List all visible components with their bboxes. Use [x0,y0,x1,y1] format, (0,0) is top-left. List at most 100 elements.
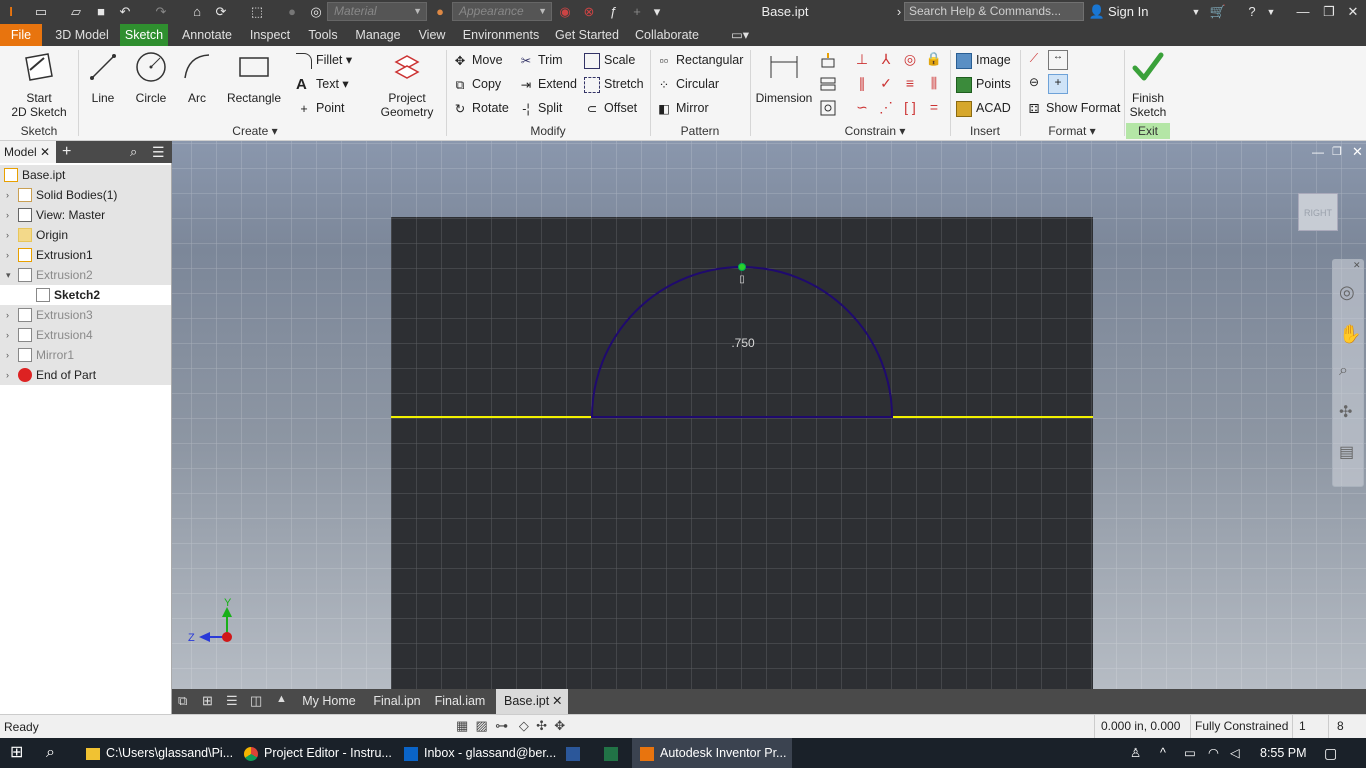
driven-dimension-icon[interactable]: + [1048,74,1068,94]
project-geometry-button[interactable]: Project Geometry [376,50,438,119]
equal-constraint-icon[interactable]: = [924,98,944,118]
constraint-settings-icon[interactable] [818,98,838,118]
constraint-inference-icon[interactable] [818,74,838,94]
tab-collaborate[interactable]: Collaborate [630,24,704,46]
circle-button[interactable]: Circle [130,50,172,105]
cart-icon[interactable]: 🛒 [1209,3,1227,21]
save-icon[interactable]: ■ [92,3,110,21]
expand-toggle-icon[interactable]: › [6,225,9,245]
copy-button[interactable]: ⧉ Copy [452,74,502,94]
help-dropdown-icon[interactable]: ▼ [1262,3,1280,21]
expand-toggle-icon[interactable]: › [6,205,9,225]
scale-button[interactable]: Scale [584,50,635,70]
graphics-viewport[interactable]: ▯ .750 Y Z — ❐ ✕ RIGHT ✕ ◎ ✋ ⌕ ✣ ▤ [172,141,1366,689]
chevron-down-icon[interactable]: ▼ [1187,3,1205,21]
offset-button[interactable]: ⊂ Offset [584,98,637,118]
redo-icon[interactable]: ↷ [152,3,170,21]
construction-icon[interactable]: ⟋ [1024,50,1044,70]
adjust-icon[interactable]: ◉ [556,3,574,21]
arc-button[interactable]: Arc [178,50,216,105]
taskbar-explorer[interactable]: C:\Users\glassand\Pi... [80,738,233,768]
search-icon[interactable]: ⌕ [130,141,137,163]
look-at-icon[interactable]: ▤ [1339,442,1354,462]
search-input[interactable]: Search Help & Commands... [904,2,1084,21]
taskbar-chrome[interactable]: Project Editor - Instru... [238,738,394,768]
doc-tab-final-ipn[interactable]: Final.ipn [368,689,426,714]
tab-get-started[interactable]: Get Started [550,24,624,46]
taskbar-inventor[interactable]: Autodesk Inventor Pr... [632,738,792,768]
taskbar-word[interactable] [566,738,586,768]
tab-tools[interactable]: Tools [302,24,344,46]
tab-annotate[interactable]: Annotate [176,24,238,46]
doc-tab-final-iam[interactable]: Final.iam [432,689,488,714]
show-format-button[interactable]: ⚃ Show Format [1026,98,1121,118]
rectangle-button[interactable]: Rectangle [224,50,284,105]
tile-windows-icon[interactable]: ⊞ [202,693,213,709]
rotate-button[interactable]: ↻ Rotate [452,98,509,118]
tree-item[interactable]: › Mirror1 [0,345,171,365]
menu-icon[interactable]: ☰ [152,141,165,163]
fix-constraint-icon[interactable]: 🔒 [924,50,944,70]
tree-item[interactable]: › Origin [0,225,171,245]
expand-toggle-icon[interactable]: ▾ [6,265,11,285]
points-button[interactable]: Points [956,74,1011,94]
centerline-icon[interactable]: ↔ [1048,50,1068,70]
pan-icon[interactable]: ✋ [1339,324,1361,345]
home-icon[interactable]: ⌂ [188,3,206,21]
trim-button[interactable]: ✂ Trim [518,50,563,70]
move-button[interactable]: ✥ Move [452,50,503,70]
close-icon[interactable]: ✕ [1344,3,1362,21]
measure-icon[interactable]: ● [283,3,301,21]
parallel-constraint-icon[interactable]: ∥ [852,74,872,94]
line-button[interactable]: Line [84,50,122,105]
orbit-icon[interactable]: ✣ [1339,402,1352,422]
tab-view[interactable]: View [412,24,452,46]
appearance-icon[interactable]: ◎ [307,3,325,21]
panel-label-create[interactable]: Create ▾ [200,123,310,139]
dimension-button[interactable]: Dimension [754,50,814,105]
tray-expand-icon[interactable]: ^ [1160,738,1176,768]
panel-label-format[interactable]: Format ▾ [1020,123,1124,139]
horizontal-constraint-icon[interactable]: ≡ [900,74,920,94]
material-select[interactable]: Material ▼ [327,2,427,21]
expand-toggle-icon[interactable]: › [6,305,9,325]
viewport-restore-icon[interactable]: ❐ [1332,145,1342,158]
split-button[interactable]: -¦ Split [518,98,562,118]
update-icon[interactable]: ⟳ [212,3,230,21]
acad-button[interactable]: ACAD [956,98,1011,118]
tab-3d-model[interactable]: 3D Model [50,24,114,46]
tab-environments[interactable]: Environments [458,24,544,46]
nav-bar-close-icon[interactable]: ✕ [1353,260,1361,271]
stretch-button[interactable]: Stretch [584,74,644,94]
tab-sketch[interactable]: Sketch [120,24,168,46]
notifications-icon[interactable]: ▢ [1324,738,1344,768]
appearance-select[interactable]: Appearance ▼ [452,2,552,21]
minimize-icon[interactable]: — [1294,3,1312,21]
help-icon[interactable]: ? [1243,3,1261,21]
volume-icon[interactable]: ◁ [1230,738,1246,768]
viewport-minimize-icon[interactable]: — [1312,145,1324,159]
point-button[interactable]: + Point [296,98,344,118]
tree-item[interactable]: ▾ Extrusion2 [0,265,171,285]
tree-item[interactable]: › View: Master [0,205,171,225]
center-point-icon[interactable]: ⊖ [1024,74,1044,94]
circular-pattern-button[interactable]: ⁘ Circular [656,74,719,94]
wifi-icon[interactable]: ◠ [1208,738,1224,768]
viewcube[interactable]: RIGHT [1298,193,1338,231]
tree-item[interactable]: Sketch2 [0,285,171,305]
center-point-marker[interactable] [738,263,746,271]
arrange-horizontal-icon[interactable]: ☰ [226,693,238,709]
symmetric-constraint-icon[interactable]: [ ] [900,98,920,118]
start-2d-sketch-button[interactable]: Start 2D Sketch [8,50,70,119]
close-tab-icon[interactable]: ✕ [40,141,50,163]
panel-label-constrain[interactable]: Constrain ▾ [800,123,950,139]
expand-toggle-icon[interactable]: › [6,345,9,365]
zoom-icon[interactable]: ⌕ [1339,362,1348,380]
perpendicular-constraint-icon[interactable]: ⊥ [852,50,872,70]
windows-start-icon[interactable]: ⊞ [10,738,30,768]
ribbon-options-icon[interactable]: ▭▾ [722,24,758,46]
extend-button[interactable]: ⇥ Extend [518,74,577,94]
concentric-constraint-icon[interactable]: ◎ [900,50,920,70]
customize-icon[interactable]: ▾ [648,3,666,21]
doc-tab-my-home[interactable]: My Home [296,689,362,714]
